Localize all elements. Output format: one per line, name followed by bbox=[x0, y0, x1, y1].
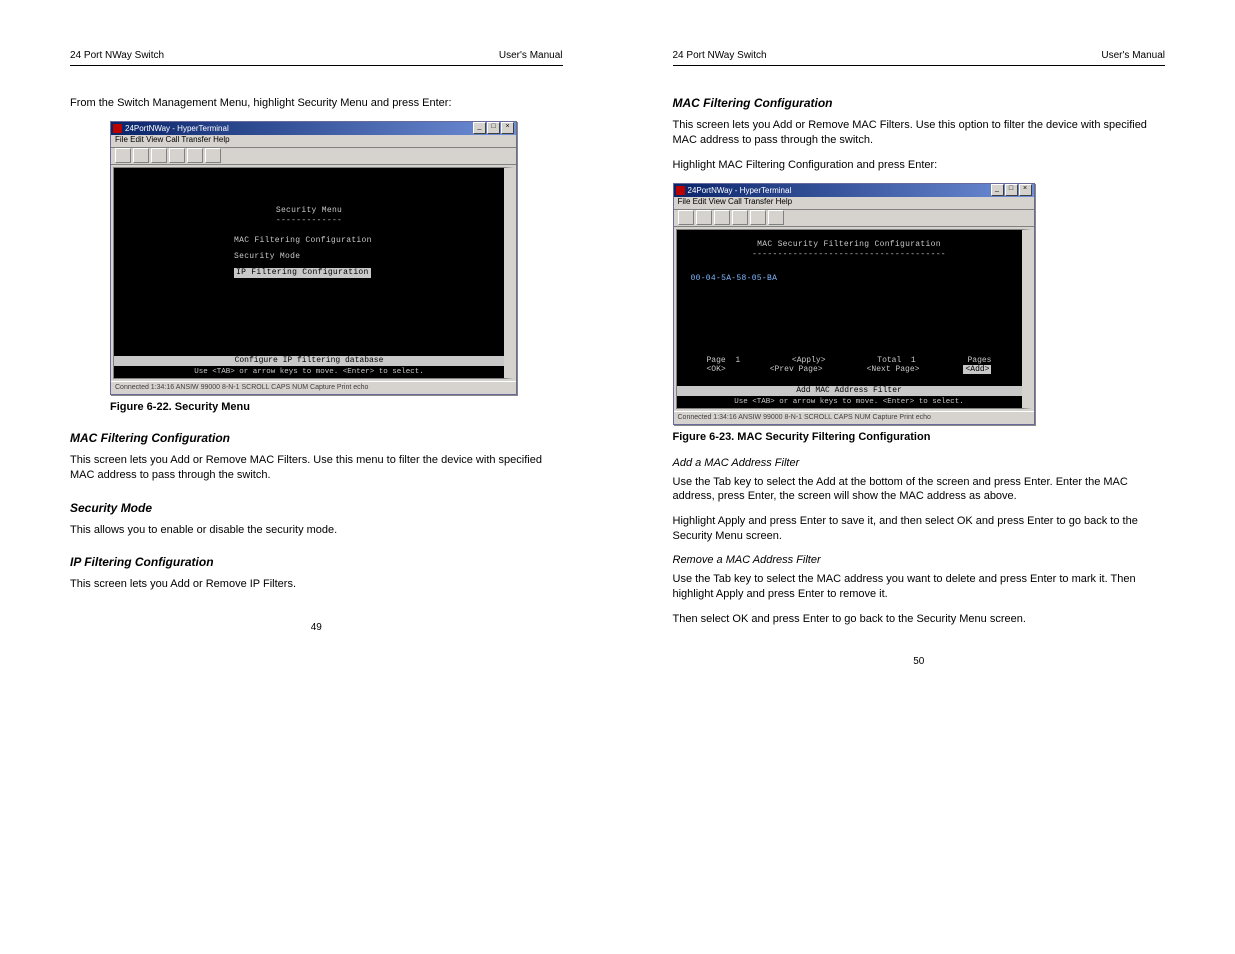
underline: -------------------------------------- bbox=[677, 250, 1022, 260]
hint-bar: Add MAC Address Filter bbox=[677, 386, 1022, 396]
header-left: 24 Port NWay Switch bbox=[673, 50, 767, 61]
window-title: 24PortNWay - HyperTerminal bbox=[688, 186, 792, 195]
nav-hint: Use <TAB> or arrow keys to move. <Enter>… bbox=[114, 368, 504, 376]
toolbar bbox=[674, 210, 1034, 227]
terminal-screen: Security Menu ------------- MAC Filterin… bbox=[113, 167, 514, 379]
subhead-mac: MAC Filtering Configuration bbox=[673, 96, 1166, 110]
window-titlebar[interactable]: 24PortNWay - HyperTerminal _ □ × bbox=[674, 184, 1034, 197]
menu-item-selected[interactable]: IP Filtering Configuration bbox=[114, 268, 504, 278]
figure-caption: Figure 6-23. MAC Security Filtering Conf… bbox=[673, 431, 1166, 443]
toolbar-button[interactable] bbox=[696, 210, 712, 225]
page-left: 24 Port NWay Switch User's Manual From t… bbox=[70, 50, 563, 667]
toolbar-button[interactable] bbox=[187, 148, 203, 163]
subhead-mode: Security Mode bbox=[70, 501, 563, 515]
figure-caption: Figure 6-22. Security Menu bbox=[110, 401, 563, 413]
nav-hint: Use <TAB> or arrow keys to move. <Enter>… bbox=[677, 398, 1022, 406]
hyperterminal-window: 24PortNWay - HyperTerminal _ □ × File Ed… bbox=[673, 183, 1035, 425]
screen-title: MAC Security Filtering Configuration bbox=[677, 240, 1022, 250]
terminal-screen: MAC Security Filtering Configuration ---… bbox=[676, 229, 1032, 409]
mac-entry[interactable]: 00-04-5A-58-05-BA bbox=[677, 274, 1022, 284]
page-right: 24 Port NWay Switch User's Manual MAC Fi… bbox=[673, 50, 1166, 667]
add-body: Use the Tab key to select the Add at the… bbox=[673, 475, 1166, 505]
subhead-mac: MAC Filtering Configuration bbox=[70, 431, 563, 445]
menu-item[interactable]: Security Mode bbox=[114, 252, 504, 262]
toolbar-button[interactable] bbox=[678, 210, 694, 225]
scrollbar[interactable]: ▲ ▼ bbox=[1022, 230, 1032, 408]
hyperterminal-window: 24PortNWay - HyperTerminal _ □ × File Ed… bbox=[110, 121, 517, 395]
header-row: 24 Port NWay Switch User's Manual bbox=[673, 50, 1166, 61]
status-bar: Connected 1:34:16 ANSIW 99000 8-N-1 SCRO… bbox=[111, 381, 516, 394]
toolbar-button[interactable] bbox=[732, 210, 748, 225]
toolbar-button[interactable] bbox=[714, 210, 730, 225]
toolbar-button[interactable] bbox=[151, 148, 167, 163]
toolbar-button[interactable] bbox=[133, 148, 149, 163]
maximize-button[interactable]: □ bbox=[487, 122, 500, 134]
stats-row: Page 1 <Apply> Total 1 Pages bbox=[677, 356, 1022, 365]
menu-bar[interactable]: File Edit View Call Transfer Help bbox=[111, 135, 516, 148]
app-icon bbox=[676, 186, 685, 195]
screen-title: Security Menu bbox=[114, 206, 504, 216]
menu-item[interactable]: MAC Filtering Configuration bbox=[114, 236, 504, 246]
sub2-add: Add a MAC Address Filter bbox=[673, 457, 1166, 469]
minimize-button[interactable]: _ bbox=[473, 122, 486, 134]
rule bbox=[673, 65, 1166, 66]
toolbar-button[interactable] bbox=[115, 148, 131, 163]
subhead-ip: IP Filtering Configuration bbox=[70, 555, 563, 569]
page-number: 49 bbox=[70, 622, 563, 633]
rem-body: Use the Tab key to select the MAC addres… bbox=[673, 572, 1166, 602]
page-number: 50 bbox=[673, 656, 1166, 667]
underline: ------------- bbox=[114, 216, 504, 226]
scroll-down-icon[interactable]: ▼ bbox=[1022, 398, 1032, 408]
menu-bar[interactable]: File Edit View Call Transfer Help bbox=[674, 197, 1034, 210]
window-title: 24PortNWay - HyperTerminal bbox=[125, 124, 229, 133]
scrollbar[interactable]: ▲ ▼ bbox=[504, 168, 514, 378]
maximize-button[interactable]: □ bbox=[1005, 184, 1018, 196]
window-titlebar[interactable]: 24PortNWay - HyperTerminal _ □ × bbox=[111, 122, 516, 135]
close-button[interactable]: × bbox=[1019, 184, 1032, 196]
ip-body: This screen lets you Add or Remove IP Fi… bbox=[70, 577, 563, 592]
scroll-up-icon[interactable]: ▲ bbox=[1022, 230, 1032, 240]
next-page-action[interactable]: <Next Page> bbox=[867, 365, 920, 374]
toolbar bbox=[111, 148, 516, 165]
hint-bar: Configure IP filtering database bbox=[114, 356, 504, 366]
header-row: 24 Port NWay Switch User's Manual bbox=[70, 50, 563, 61]
intro-text: From the Switch Management Menu, highlig… bbox=[70, 96, 563, 111]
toolbar-button[interactable] bbox=[750, 210, 766, 225]
rem-body2: Then select OK and press Enter to go bac… bbox=[673, 612, 1166, 627]
body-text: This screen lets you Add or Remove MAC F… bbox=[673, 118, 1166, 148]
apply-action[interactable]: <Apply> bbox=[792, 356, 826, 365]
add-action-selected[interactable]: <Add> bbox=[963, 365, 991, 374]
status-bar: Connected 1:34:16 ANSIW 99000 8-N-1 SCRO… bbox=[674, 411, 1034, 424]
mac-body: This screen lets you Add or Remove MAC F… bbox=[70, 453, 563, 483]
rule bbox=[70, 65, 563, 66]
app-icon bbox=[113, 124, 122, 133]
toolbar-button[interactable] bbox=[768, 210, 784, 225]
mode-body: This allows you to enable or disable the… bbox=[70, 523, 563, 538]
ok-action[interactable]: <OK> bbox=[707, 365, 726, 374]
close-button[interactable]: × bbox=[501, 122, 514, 134]
header-left: 24 Port NWay Switch bbox=[70, 50, 164, 61]
scroll-down-icon[interactable]: ▼ bbox=[504, 368, 514, 378]
toolbar-button[interactable] bbox=[205, 148, 221, 163]
sub2-remove: Remove a MAC Address Filter bbox=[673, 554, 1166, 566]
add-body2: Highlight Apply and press Enter to save … bbox=[673, 514, 1166, 544]
nav-row: <OK> <Prev Page> <Next Page> <Add> bbox=[677, 365, 1022, 374]
scroll-up-icon[interactable]: ▲ bbox=[504, 168, 514, 178]
prev-page-action[interactable]: <Prev Page> bbox=[770, 365, 823, 374]
header-right: User's Manual bbox=[499, 50, 563, 61]
minimize-button[interactable]: _ bbox=[991, 184, 1004, 196]
body-text: Highlight MAC Filtering Configuration an… bbox=[673, 158, 1166, 173]
toolbar-button[interactable] bbox=[169, 148, 185, 163]
header-right: User's Manual bbox=[1101, 50, 1165, 61]
